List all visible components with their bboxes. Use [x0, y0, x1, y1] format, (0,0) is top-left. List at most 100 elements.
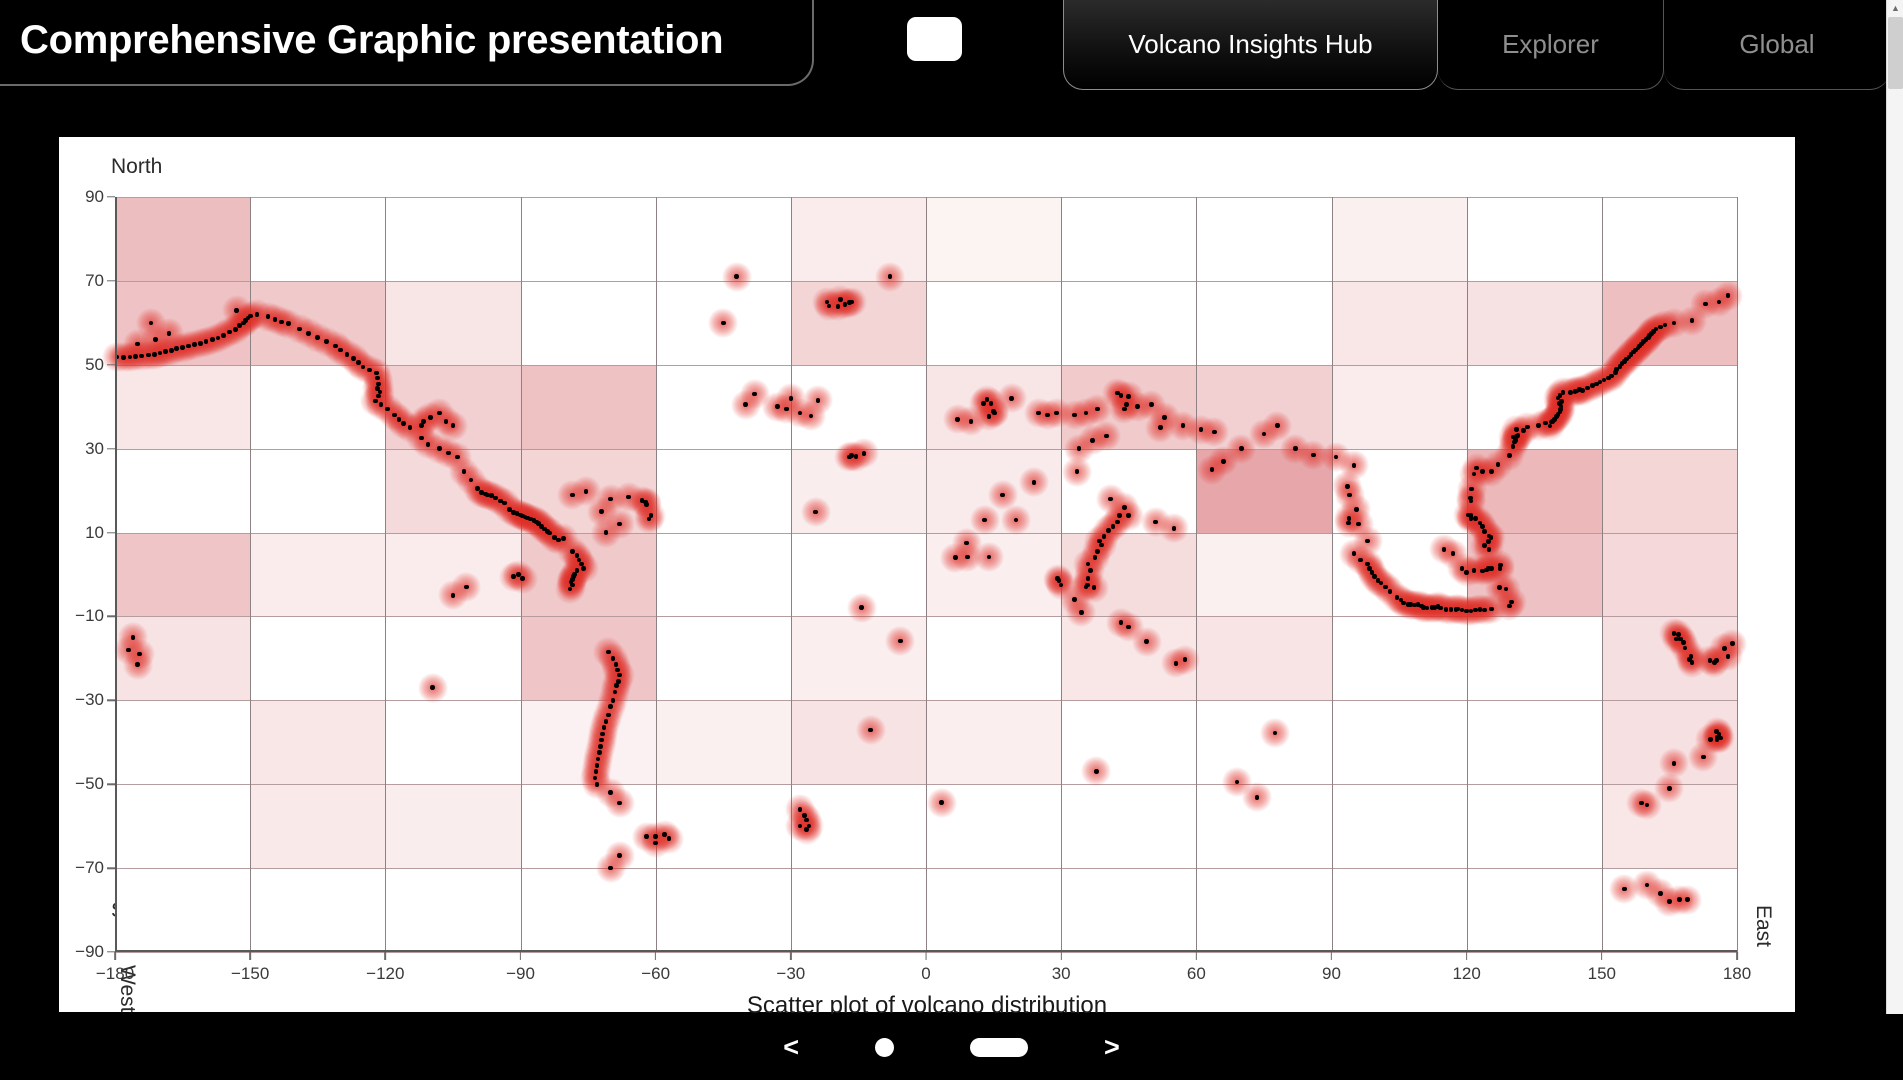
scatter-point: [1212, 429, 1217, 435]
scatter-point: [1072, 412, 1077, 418]
axis-end-label-north: North: [111, 155, 163, 178]
scatter-point: [1085, 576, 1091, 581]
scatter-point: [567, 586, 573, 592]
scatter-point: [186, 343, 191, 349]
scatter-point: [1480, 568, 1485, 574]
scatter-point: [315, 335, 321, 340]
scatter-point: [437, 446, 442, 451]
bottom-navigation-bar: < >: [0, 1014, 1903, 1080]
scatter-point: [606, 712, 611, 718]
nav-back-button[interactable]: <: [783, 1033, 799, 1061]
scatter-point: [1254, 794, 1260, 800]
scatter-point: [1106, 528, 1111, 533]
scrollbar-thumb[interactable]: [1888, 17, 1903, 89]
scatter-point: [1716, 299, 1722, 305]
scatter-point: [1261, 431, 1267, 437]
scatter-point: [385, 406, 390, 412]
scatter-point: [1567, 390, 1573, 395]
scatter-point: [1293, 446, 1298, 451]
scatter-point: [614, 683, 619, 688]
scatter-point: [613, 662, 619, 667]
scatter-point: [1443, 607, 1449, 612]
scatter-point: [788, 396, 794, 401]
scatter-point: [1353, 507, 1359, 512]
axis-end-label-east: East: [1752, 905, 1775, 948]
scatter-point: [1115, 519, 1120, 525]
tab-explorer[interactable]: Explorer: [1438, 0, 1664, 90]
x-tick-label: 60: [1187, 952, 1206, 984]
scatter-point: [127, 354, 133, 360]
scatter-point: [608, 496, 613, 502]
scatter-point: [1503, 586, 1509, 592]
scatter-point: [1099, 542, 1104, 548]
scatter-point: [1198, 427, 1204, 433]
scatter-point: [1507, 453, 1512, 459]
scatter-point: [360, 364, 366, 370]
nav-forward-button[interactable]: >: [1104, 1033, 1120, 1061]
scatter-point-layer: [101, 197, 1748, 952]
scatter-point: [1221, 458, 1226, 464]
vertical-scrollbar[interactable]: ▲: [1886, 0, 1903, 1080]
scatter-point: [968, 419, 974, 424]
nav-recents-button[interactable]: [970, 1037, 1028, 1057]
tab-global[interactable]: Global: [1664, 0, 1890, 90]
y-tick-label: −10: [75, 606, 115, 626]
scatter-point: [1031, 479, 1037, 485]
scatter-point: [1148, 402, 1154, 407]
x-tick-label: −180: [96, 952, 134, 984]
scatter-point: [1344, 484, 1350, 489]
scatter-point: [1351, 463, 1357, 468]
scatter-point: [570, 492, 575, 498]
scatter-point: [464, 584, 469, 590]
scatter-point: [1378, 580, 1384, 586]
scatter-point: [887, 274, 893, 279]
scatter-point: [1108, 496, 1114, 502]
nav-home-button[interactable]: [875, 1037, 894, 1057]
scatter-point: [1013, 517, 1019, 523]
scatter-point: [221, 333, 226, 338]
white-chip-button[interactable]: [907, 17, 962, 61]
scatter-point: [617, 521, 622, 527]
scroll-up-arrow-icon[interactable]: ▲: [1887, 0, 1903, 17]
scatter-point: [598, 744, 603, 749]
scatter-point: [191, 342, 197, 347]
scatter-point: [804, 817, 809, 823]
scatter-point: [1468, 498, 1474, 504]
scatter-point: [1346, 515, 1352, 521]
scatter-point: [1079, 609, 1084, 615]
scatter-point: [603, 530, 609, 535]
scatter-point: [425, 442, 431, 447]
scatter-point: [254, 312, 260, 317]
scatter-point: [1730, 641, 1735, 646]
scatter-point: [1103, 433, 1109, 439]
scatter-point: [1521, 428, 1526, 433]
scatter-point: [1438, 605, 1443, 611]
scatter-point: [153, 337, 158, 342]
scatter-point: [210, 337, 215, 342]
y-tick-label: 10: [85, 523, 115, 543]
scatter-point: [1703, 301, 1708, 307]
scatter-point: [1558, 398, 1564, 404]
scatter-point: [1358, 557, 1364, 563]
scatter-point: [1639, 800, 1644, 806]
scatter-point: [1083, 584, 1089, 590]
scatter-point: [1689, 660, 1695, 665]
y-tick-label: −70: [75, 858, 115, 878]
scatter-point: [1677, 897, 1682, 902]
scatter-point: [606, 649, 611, 655]
scatter-point: [1471, 568, 1477, 573]
tab-volcano-insights-hub[interactable]: Volcano Insights Hub: [1063, 0, 1438, 90]
scatter-point: [135, 662, 140, 667]
scatter-point: [1333, 454, 1339, 460]
scatter-point: [1383, 584, 1388, 590]
scatter-point: [1209, 467, 1215, 472]
scatter-point: [121, 354, 126, 360]
scatter-plot-area[interactable]: 90 70 50 30 10 −10 −30 −50 −70 −90 −180 −150 −120 −9…: [75, 187, 1751, 983]
scatter-point: [1083, 410, 1089, 416]
scatter-point: [797, 823, 803, 829]
scatter-point: [135, 341, 140, 347]
page-title: Comprehensive Graphic presentation: [20, 17, 724, 62]
scatter-point: [608, 790, 613, 795]
scatter-point: [1173, 661, 1179, 666]
scatter-point: [1510, 444, 1516, 449]
